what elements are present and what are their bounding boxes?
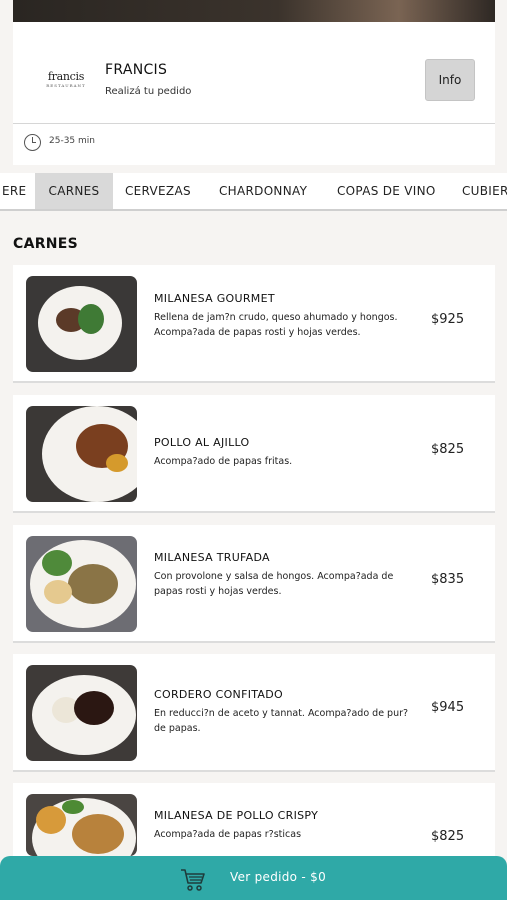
tab-chardonnay[interactable]: CHARDONNAY (207, 173, 319, 209)
tab-ere[interactable]: ERE (0, 173, 38, 209)
menu-item[interactable]: POLLO AL AJILLO Acompa?ado de papas frit… (13, 395, 495, 513)
logo-text: francis (47, 70, 85, 83)
dish-name: POLLO AL AJILLO (154, 436, 250, 449)
cart-icon (181, 869, 205, 891)
tab-cubiertos[interactable]: CUBIER (450, 173, 507, 209)
menu-item[interactable]: MILANESA DE POLLO CRISPY Acompa?ada de p… (13, 783, 495, 856)
view-order-label: Ver pedido - $0 (230, 870, 327, 884)
delivery-time: 25-35 min (49, 136, 95, 146)
logo-subtext: RESTAURANT (46, 83, 86, 88)
dish-description: Acompa?ada de papas r?sticas (154, 829, 302, 840)
dish-image (26, 665, 137, 761)
dish-price: $825 (431, 829, 465, 844)
restaurant-card: francis RESTAURANT FRANCIS Realizá tu pe… (13, 22, 495, 165)
menu-item[interactable]: CORDERO CONFITADO En reducci?n de aceto … (13, 654, 495, 772)
dish-description: Con provolone y salsa de hongos. Acompa?… (154, 571, 394, 597)
dish-description: Acompa?ado de papas fritas. (154, 456, 293, 467)
menu-item[interactable]: MILANESA TRUFADA Con provolone y salsa d… (13, 525, 495, 643)
dish-description: En reducci?n de aceto y tannat. Acompa?a… (154, 708, 409, 734)
divider (13, 123, 495, 124)
dish-price: $835 (431, 572, 465, 587)
dish-description: Rellena de jam?n crudo, queso ahumado y … (154, 312, 398, 338)
hero-image (13, 0, 495, 22)
dish-image (26, 406, 137, 502)
section-title: CARNES (13, 236, 79, 252)
clock-icon (24, 134, 41, 151)
restaurant-name: FRANCIS (105, 62, 168, 78)
restaurant-logo: francis RESTAURANT (41, 70, 91, 96)
dish-name: MILANESA DE POLLO CRISPY (154, 809, 319, 822)
dish-name: CORDERO CONFITADO (154, 688, 283, 701)
category-tabs: ERE CARNES CERVEZAS CHARDONNAY COPAS DE … (0, 173, 507, 211)
tab-cervezas[interactable]: CERVEZAS (113, 173, 203, 209)
dish-price: $825 (431, 442, 465, 457)
dish-price: $945 (431, 700, 465, 715)
menu-item[interactable]: MILANESA GOURMET Rellena de jam?n crudo,… (13, 265, 495, 383)
info-button[interactable]: Info (425, 59, 475, 101)
dish-image (26, 536, 137, 632)
dish-image (26, 794, 137, 856)
restaurant-subtitle: Realizá tu pedido (105, 86, 192, 97)
tab-copas-de-vino[interactable]: COPAS DE VINO (325, 173, 448, 209)
dish-image (26, 276, 137, 372)
tab-carnes[interactable]: CARNES (35, 173, 113, 209)
view-order-button[interactable]: Ver pedido - $0 (0, 856, 507, 900)
dish-price: $925 (431, 312, 465, 327)
dish-name: MILANESA TRUFADA (154, 551, 270, 564)
dish-name: MILANESA GOURMET (154, 292, 275, 305)
